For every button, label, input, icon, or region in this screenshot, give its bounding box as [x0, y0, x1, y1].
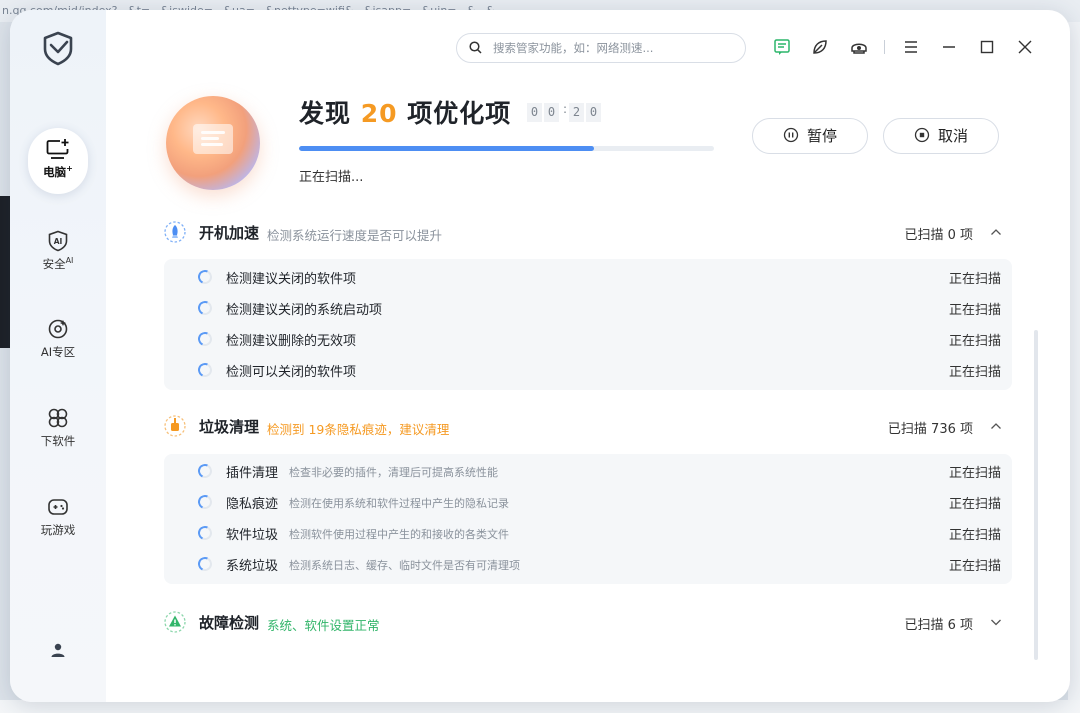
- sidebar-item-ai-zone[interactable]: AI专区: [28, 318, 88, 360]
- message-icon[interactable]: [773, 38, 791, 56]
- cancel-button[interactable]: 取消: [883, 118, 999, 154]
- loading-spinner-icon: [196, 299, 214, 317]
- chevron-up-icon[interactable]: [989, 419, 1003, 433]
- search-placeholder: 搜索管家功能，如：网络测速...: [493, 41, 654, 55]
- scan-status: 正在扫描...: [299, 170, 364, 185]
- section-count: 已扫描 736 项: [887, 422, 973, 437]
- section-fault-check: 故障检测 系统、软件设置正常 已扫描 6 项: [163, 610, 1013, 636]
- toolbar-divider: [884, 40, 885, 54]
- scan-item: 检测建议关闭的软件项 正在扫描: [164, 262, 1012, 293]
- section-boot-speed: 开机加速 检测系统运行速度是否可以提升 已扫描 0 项: [163, 220, 1013, 246]
- pause-button[interactable]: 暂停: [752, 118, 868, 154]
- gamepad-icon: [48, 499, 68, 515]
- broom-icon: [164, 415, 186, 437]
- loading-spinner-icon: [196, 555, 214, 573]
- close-icon[interactable]: [1016, 38, 1034, 56]
- section-title: 垃圾清理: [199, 418, 260, 436]
- loading-spinner-icon: [196, 268, 214, 286]
- scan-timer: 00:20: [527, 101, 603, 122]
- scan-progress-fill: [299, 146, 594, 151]
- loading-spinner-icon: [196, 330, 214, 348]
- scan-item: 隐私痕迹 检测在使用系统和软件过程中产生的隐私记录 正在扫描: [164, 487, 1012, 518]
- software-icon: [48, 408, 68, 428]
- pause-icon: [783, 127, 799, 143]
- section-title: 故障检测: [199, 614, 260, 632]
- section-title: 开机加速: [199, 224, 260, 242]
- ai-shield-icon: AI: [48, 230, 68, 252]
- shield-logo-icon: [43, 31, 73, 66]
- scan-item: 软件垃圾 检测软件使用过程中产生的和接收的各类文件 正在扫描: [164, 518, 1012, 549]
- scan-item: 检测建议删除的无效项 正在扫描: [164, 324, 1012, 355]
- stop-icon: [914, 127, 930, 143]
- sidebar: 电脑+ AI 安全AI AI专区 下软件 玩游戏: [10, 10, 106, 702]
- section-desc: 检测系统运行速度是否可以提升: [267, 228, 443, 243]
- sidebar-item-computer[interactable]: 电脑+: [28, 128, 88, 194]
- leaf-icon[interactable]: [811, 38, 829, 56]
- sidebar-item-label: AI专区: [40, 345, 76, 359]
- scan-progress-bar: [299, 146, 714, 151]
- section-junk-clean-list: 插件清理 检查非必要的插件，清理后可提高系统性能 正在扫描 隐私痕迹 检测在使用…: [164, 454, 1012, 584]
- sidebar-item-games[interactable]: 玩游戏: [28, 496, 88, 538]
- sidebar-item-software[interactable]: 下软件: [28, 407, 88, 449]
- loading-spinner-icon: [196, 524, 214, 542]
- scan-item: 检测可以关闭的软件项 正在扫描: [164, 355, 1012, 386]
- chevron-down-icon[interactable]: [989, 615, 1003, 629]
- scan-item: 插件清理 检查非必要的插件，清理后可提高系统性能 正在扫描: [164, 456, 1012, 487]
- scan-item: 检测建议关闭的系统启动项 正在扫描: [164, 293, 1012, 324]
- section-boot-speed-list: 检测建议关闭的软件项 正在扫描 检测建议关闭的系统启动项 正在扫描 检测建议删除…: [164, 259, 1012, 390]
- sidebar-item-label: 玩游戏: [40, 523, 76, 537]
- warning-triangle-icon: [164, 611, 186, 633]
- user-icon[interactable]: [50, 642, 66, 658]
- section-desc: 检测到 19条隐私痕迹，建议清理: [267, 422, 450, 437]
- section-junk-clean: 垃圾清理 检测到 19条隐私痕迹，建议清理 已扫描 736 项: [163, 414, 1013, 440]
- section-count: 已扫描 0 项: [904, 228, 973, 243]
- sidebar-item-label: 下软件: [40, 434, 76, 448]
- sidebar-item-label: 电脑+: [43, 164, 73, 179]
- menu-icon[interactable]: [902, 38, 920, 56]
- loading-spinner-icon: [196, 361, 214, 379]
- svg-text:AI: AI: [54, 237, 63, 246]
- loading-spinner-icon: [196, 493, 214, 511]
- chevron-up-icon[interactable]: [989, 225, 1003, 239]
- skin-icon[interactable]: [850, 38, 868, 56]
- issue-count: 20: [360, 99, 398, 128]
- section-desc: 系统、软件设置正常: [267, 618, 380, 633]
- rocket-icon: [164, 221, 186, 243]
- monitor-plus-icon: [46, 139, 69, 159]
- maximize-icon[interactable]: [978, 38, 996, 56]
- sidebar-item-label: 安全AI: [42, 256, 74, 271]
- scan-illustration-screen: [193, 124, 233, 154]
- scrollbar[interactable]: [1034, 330, 1038, 660]
- loading-spinner-icon: [196, 462, 214, 480]
- sidebar-item-security[interactable]: AI 安全AI: [28, 230, 88, 272]
- scan-title: 发现 20 项优化项: [299, 99, 512, 128]
- search-icon: [469, 41, 482, 54]
- app-window: 电脑+ AI 安全AI AI专区 下软件 玩游戏 搜索管家功能，如：网络测速..…: [10, 10, 1070, 702]
- search-input[interactable]: 搜索管家功能，如：网络测速...: [456, 33, 746, 63]
- scan-item: 系统垃圾 检测系统日志、缓存、临时文件是否有可清理项 正在扫描: [164, 549, 1012, 580]
- ai-zone-icon: [48, 319, 68, 339]
- section-count: 已扫描 6 项: [904, 618, 973, 633]
- minimize-icon[interactable]: [940, 38, 958, 56]
